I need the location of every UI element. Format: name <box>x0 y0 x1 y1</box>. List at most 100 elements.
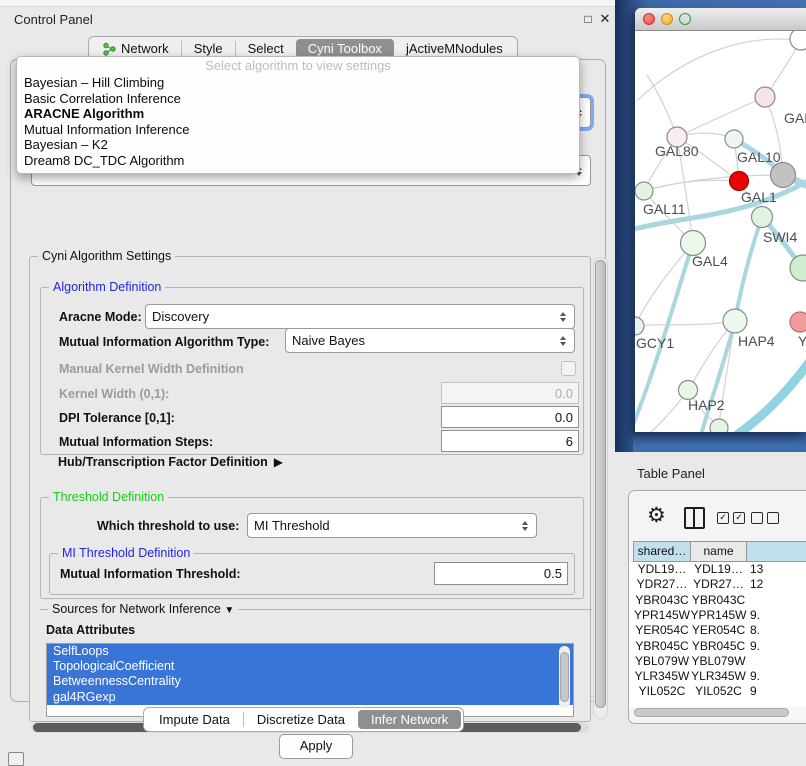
table-cell[interactable]: YIL052C <box>690 684 747 699</box>
scrollbar-thumb[interactable] <box>560 652 569 702</box>
gear-icon[interactable]: ⚙ <box>647 503 666 528</box>
column-header-name[interactable]: name <box>690 541 747 562</box>
mac-zoom-icon[interactable] <box>679 13 691 25</box>
settings-vertical-scrollbar[interactable] <box>593 257 608 719</box>
mac-close-icon[interactable] <box>643 13 655 25</box>
network-window-titlebar[interactable] <box>635 8 806 31</box>
table-row[interactable]: YIL052CYIL052C9 <box>629 684 806 699</box>
table-cell[interactable]: YLR345W <box>633 669 691 684</box>
table-cell[interactable]: 12 <box>746 577 806 592</box>
table-horizontal-scrollbar[interactable] <box>631 707 806 719</box>
table-cell[interactable]: 9. <box>746 639 806 654</box>
dropdown-item[interactable]: Bayesian – K2 <box>17 137 579 153</box>
table-cell[interactable]: YDL19… <box>633 562 691 577</box>
aracne-mode-combo[interactable]: Discovery <box>145 304 575 329</box>
table-cell[interactable]: 8. <box>746 623 806 638</box>
tab-infer-network[interactable]: Infer Network <box>358 710 461 729</box>
table-row[interactable]: YBL079WYBL079W <box>629 654 806 669</box>
which-threshold-combo[interactable]: MI Threshold <box>247 513 537 538</box>
table-toolbar: ⚙ ✓ ✓ <box>629 491 806 541</box>
table-cell[interactable]: YBR045C <box>690 639 747 654</box>
sources-toggle[interactable]: Sources for Network Inference ▼ <box>48 602 238 616</box>
node-salmon[interactable] <box>790 312 806 332</box>
table-cell[interactable]: 9 <box>746 684 806 699</box>
table-row[interactable]: YER054CYER054C8. <box>629 623 806 638</box>
table-cell[interactable]: YLR345W <box>690 669 747 684</box>
node-gal11[interactable] <box>635 182 653 200</box>
mac-minimize-icon[interactable] <box>661 13 673 25</box>
table-row[interactable]: YBR043CYBR043C <box>629 593 806 608</box>
node-gal10[interactable] <box>725 130 743 148</box>
dropdown-item[interactable]: Mutual Information Inference <box>17 122 579 138</box>
scrollbar-thumb[interactable] <box>634 708 789 717</box>
dpi-tolerance-field[interactable] <box>441 406 579 428</box>
tab-impute-data[interactable]: Impute Data <box>146 710 243 729</box>
table-row[interactable]: YPR145WYPR145W9. <box>629 608 806 623</box>
table-row[interactable]: YDR27…YDR27…12 <box>629 577 806 592</box>
table-cell[interactable]: YPR145W <box>633 608 691 623</box>
table-cell[interactable]: YBL079W <box>633 654 691 669</box>
column-header-partial[interactable] <box>746 541 806 562</box>
table-cell[interactable]: YBR045C <box>633 639 691 654</box>
table-cell[interactable]: 13 <box>746 562 806 577</box>
table-row[interactable]: YDL19…YDL19…13 <box>629 562 806 577</box>
control-panel: Control Panel □ ✕ Network Style Select C… <box>0 0 615 762</box>
mi-threshold-field[interactable] <box>434 562 568 585</box>
table-cell[interactable]: YER054C <box>690 623 747 638</box>
table-cell[interactable]: YPR145W <box>690 608 747 623</box>
mi-steps-field[interactable] <box>441 430 579 452</box>
network-canvas[interactable]: GAL GAL80 GAL10 GAL1 GAL11 SWI4 GAL4 GCY… <box>635 31 806 432</box>
table-row[interactable]: YBR045CYBR045C9. <box>629 639 806 654</box>
table-cell[interactable]: YBR043C <box>690 593 747 608</box>
select-all-icon[interactable]: ✓ ✓ <box>717 512 745 524</box>
table-row[interactable]: YLR345WYLR345W9. <box>629 669 806 684</box>
table-cell[interactable]: YBL079W <box>690 654 747 669</box>
node-bottom[interactable] <box>710 419 728 432</box>
table-cell[interactable]: 9. <box>746 608 806 623</box>
dropdown-item[interactable]: Dream8 DC_TDC Algorithm <box>17 153 579 169</box>
attribute-item[interactable]: BetweennessCentrality <box>47 674 573 689</box>
node-hap4[interactable] <box>723 309 747 333</box>
table-cell[interactable]: YBR043C <box>633 593 691 608</box>
data-attributes-list[interactable]: SelfLoops TopologicalCoefficient Between… <box>46 643 574 717</box>
collapsed-panel-icon[interactable] <box>8 752 24 766</box>
attribute-item[interactable]: TopologicalCoefficient <box>47 659 573 674</box>
node-gal[interactable] <box>755 87 775 107</box>
mi-steps-label: Mutual Information Steps: <box>59 435 213 449</box>
kernel-width-field[interactable] <box>441 382 579 404</box>
node-gray[interactable] <box>771 163 796 188</box>
tab-discretize-data[interactable]: Discretize Data <box>244 710 358 729</box>
table-cell[interactable]: 9. <box>746 669 806 684</box>
table-cell[interactable]: YDR27… <box>633 577 691 592</box>
cyni-algorithm-settings-group: Cyni Algorithm Settings Algorithm Defini… <box>29 256 591 722</box>
column-header-shared[interactable]: shared… <box>633 541 691 562</box>
dropdown-item[interactable]: Basic Correlation Inference <box>17 91 579 107</box>
dropdown-item[interactable]: Bayesian – Hill Climbing <box>17 75 579 91</box>
dropdown-item-selected[interactable]: ARACNE Algorithm <box>17 106 579 122</box>
node-right-green[interactable] <box>790 255 806 281</box>
network-graph[interactable]: GAL GAL80 GAL10 GAL1 GAL11 SWI4 GAL4 GCY… <box>635 31 806 432</box>
node-swi4[interactable] <box>752 207 773 228</box>
attributes-scrollbar[interactable] <box>559 646 570 708</box>
node-gal1-selected[interactable] <box>730 172 749 191</box>
table-cell[interactable]: YER054C <box>633 623 691 638</box>
node-gal4[interactable] <box>681 231 706 256</box>
manual-kernel-checkbox[interactable] <box>561 361 576 376</box>
scrollbar-thumb[interactable] <box>595 260 606 708</box>
attribute-item[interactable]: SelfLoops <box>47 644 573 659</box>
mi-type-combo[interactable]: Naive Bayes <box>285 328 575 353</box>
node-gcy1[interactable] <box>635 317 644 335</box>
table-cell[interactable]: YIL052C <box>633 684 691 699</box>
dpi-tolerance-label: DPI Tolerance [0,1]: <box>59 411 175 425</box>
hub-definition-toggle[interactable]: Hub/Transcription Factor Definition▶ <box>58 455 283 469</box>
apply-button[interactable]: Apply <box>279 734 353 759</box>
close-panel-icon[interactable]: ✕ <box>597 11 613 27</box>
table-cell[interactable]: YDR27… <box>690 577 747 592</box>
columns-icon[interactable] <box>684 507 705 529</box>
table-cell[interactable]: YDL19… <box>690 562 747 577</box>
deselect-all-icon[interactable] <box>751 512 779 524</box>
float-panel-icon[interactable]: □ <box>580 11 596 27</box>
node-partial[interactable] <box>790 31 806 50</box>
bottom-tab-bar: Impute Data Discretize Data Infer Networ… <box>143 707 464 732</box>
attribute-item[interactable]: gal4RGexp <box>47 690 573 705</box>
